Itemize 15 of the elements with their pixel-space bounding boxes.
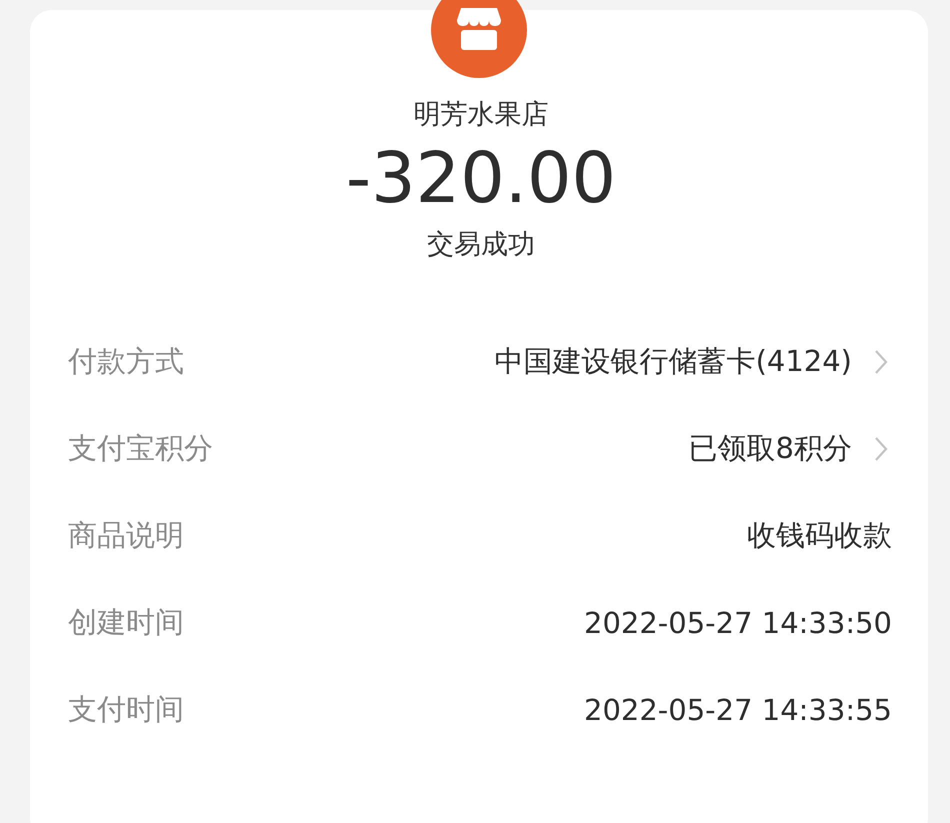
detail-value: 2022-05-27 14:33:50 bbox=[584, 606, 892, 640]
detail-label: 创建时间 bbox=[68, 604, 184, 640]
detail-label: 支付宝积分 bbox=[68, 430, 213, 466]
chevron-right-icon[interactable] bbox=[874, 348, 888, 374]
detail-value: 2022-05-27 14:33:55 bbox=[584, 692, 892, 726]
chevron-right-icon[interactable] bbox=[874, 436, 888, 462]
amount: -320.00 bbox=[346, 136, 616, 220]
detail-label: 商品说明 bbox=[68, 516, 184, 554]
detail-label: 付款方式 bbox=[68, 342, 184, 380]
detail-value[interactable]: 中国建设银行储蓄卡(4124) bbox=[494, 342, 852, 382]
merchant-name: 明芳水果店 bbox=[413, 98, 548, 132]
detail-value: 收钱码收款 bbox=[747, 516, 892, 554]
detail-label: 支付时间 bbox=[68, 690, 184, 728]
detail-value[interactable]: 已领取8积分 bbox=[688, 428, 852, 468]
status-text: 交易成功 bbox=[426, 228, 535, 262]
